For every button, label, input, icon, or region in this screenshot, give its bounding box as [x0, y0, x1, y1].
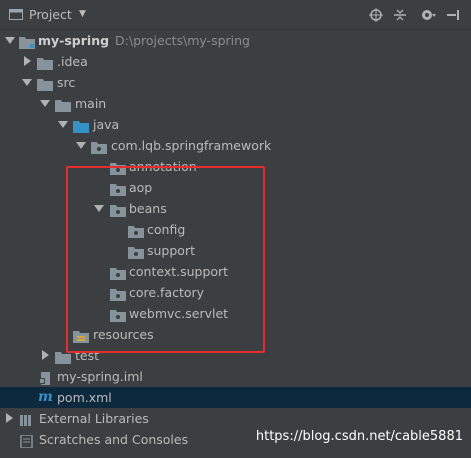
tree-item-label: my-spring [38, 33, 110, 48]
expanded-arrow-icon[interactable] [5, 30, 17, 51]
collapse-all-icon[interactable] [392, 7, 408, 23]
tree-item-external-libraries[interactable]: External Libraries [0, 408, 471, 429]
tree-item-label: src [57, 75, 76, 90]
tree-item-label: .idea [57, 54, 88, 69]
locate-icon[interactable] [368, 7, 384, 23]
tree-item-com-lqb-springframework[interactable]: com.lqb.springframework [0, 135, 471, 156]
expanded-arrow-icon[interactable] [76, 135, 88, 156]
tree-item-idea[interactable]: .idea [0, 51, 471, 72]
module-folder-icon [19, 34, 35, 49]
project-path: D:\projects\my-spring [115, 33, 250, 48]
collapsed-arrow-icon[interactable] [22, 51, 34, 72]
tree-item-src[interactable]: src [0, 72, 471, 93]
tree-item-label: External Libraries [39, 411, 149, 426]
tree-item-main[interactable]: main [0, 93, 471, 114]
tree-item-my-spring-iml[interactable]: my-spring.iml [0, 366, 471, 387]
tree-item-java[interactable]: java [0, 114, 471, 135]
tree-item-my-spring[interactable]: my-spring D:\projects\my-spring [0, 30, 471, 51]
tree-item-label: main [75, 96, 107, 111]
scratches-icon [19, 433, 35, 449]
folder-icon [37, 55, 53, 70]
collapsed-arrow-icon[interactable] [4, 408, 16, 429]
expanded-arrow-icon[interactable] [40, 93, 52, 114]
package-icon [91, 139, 107, 154]
tree-item-pom-xml[interactable]: m pom.xml [0, 387, 471, 408]
settings-icon[interactable] [420, 7, 436, 23]
tree-item-label: com.lqb.springframework [111, 138, 272, 153]
expanded-arrow-icon[interactable] [22, 72, 34, 93]
tree-item-label: pom.xml [57, 390, 112, 405]
maven-file-icon: m [38, 389, 53, 405]
project-tree: my-spring D:\projects\my-spring .idea src… [0, 30, 471, 458]
expanded-arrow-icon[interactable] [58, 114, 70, 135]
tree-item-label: Scratches and Consoles [39, 432, 189, 447]
folder-icon [37, 76, 53, 91]
collapsed-arrow-icon[interactable] [40, 345, 52, 366]
iml-file-icon [38, 370, 54, 385]
folder-icon [55, 97, 71, 112]
tree-item-label: java [93, 117, 120, 132]
project-view-title[interactable]: Project [29, 7, 72, 22]
watermark-text: https://blog.csdn.net/cable5881 [255, 429, 463, 444]
libraries-icon [19, 412, 35, 426]
red-highlight-box [66, 166, 265, 353]
tree-item-label: my-spring.iml [57, 369, 143, 384]
hide-icon[interactable] [446, 7, 462, 23]
source-folder-icon [73, 118, 89, 133]
project-folder-icon [9, 8, 23, 20]
caret-down-icon[interactable]: ▼ [79, 9, 86, 19]
project-tool-window-header: Project ▼ [0, 0, 471, 30]
